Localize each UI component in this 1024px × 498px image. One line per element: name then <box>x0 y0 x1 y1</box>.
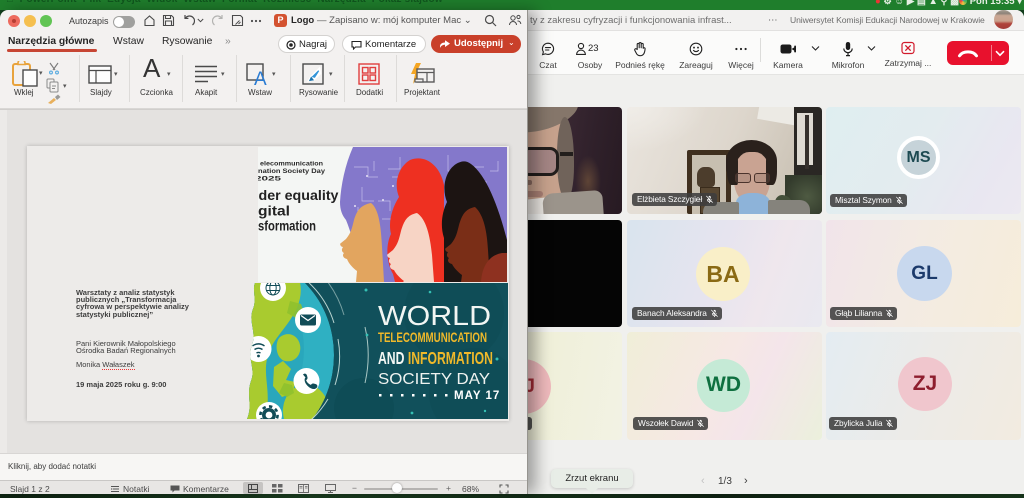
svg-text:nation Society Day: nation Society Day <box>258 168 325 175</box>
svg-text:gital: gital <box>258 202 290 218</box>
svg-text:23: 23 <box>588 43 599 54</box>
svg-text:MAY 17: MAY 17 <box>454 390 500 402</box>
svg-text:SOCIETY DAY: SOCIETY DAY <box>378 371 490 388</box>
svg-text:AND INFORMATION: AND INFORMATION <box>378 348 493 368</box>
svg-text:TELECOMMUNICATION: TELECOMMUNICATION <box>378 330 487 345</box>
svg-text:elecommunication: elecommunication <box>260 161 323 168</box>
svg-text:sformation: sformation <box>258 218 316 234</box>
svg-text:2025: 2025 <box>258 176 281 183</box>
svg-text:A: A <box>254 69 267 87</box>
svg-text:WORLD: WORLD <box>378 300 491 331</box>
svg-text:der equality: der equality <box>259 187 339 203</box>
